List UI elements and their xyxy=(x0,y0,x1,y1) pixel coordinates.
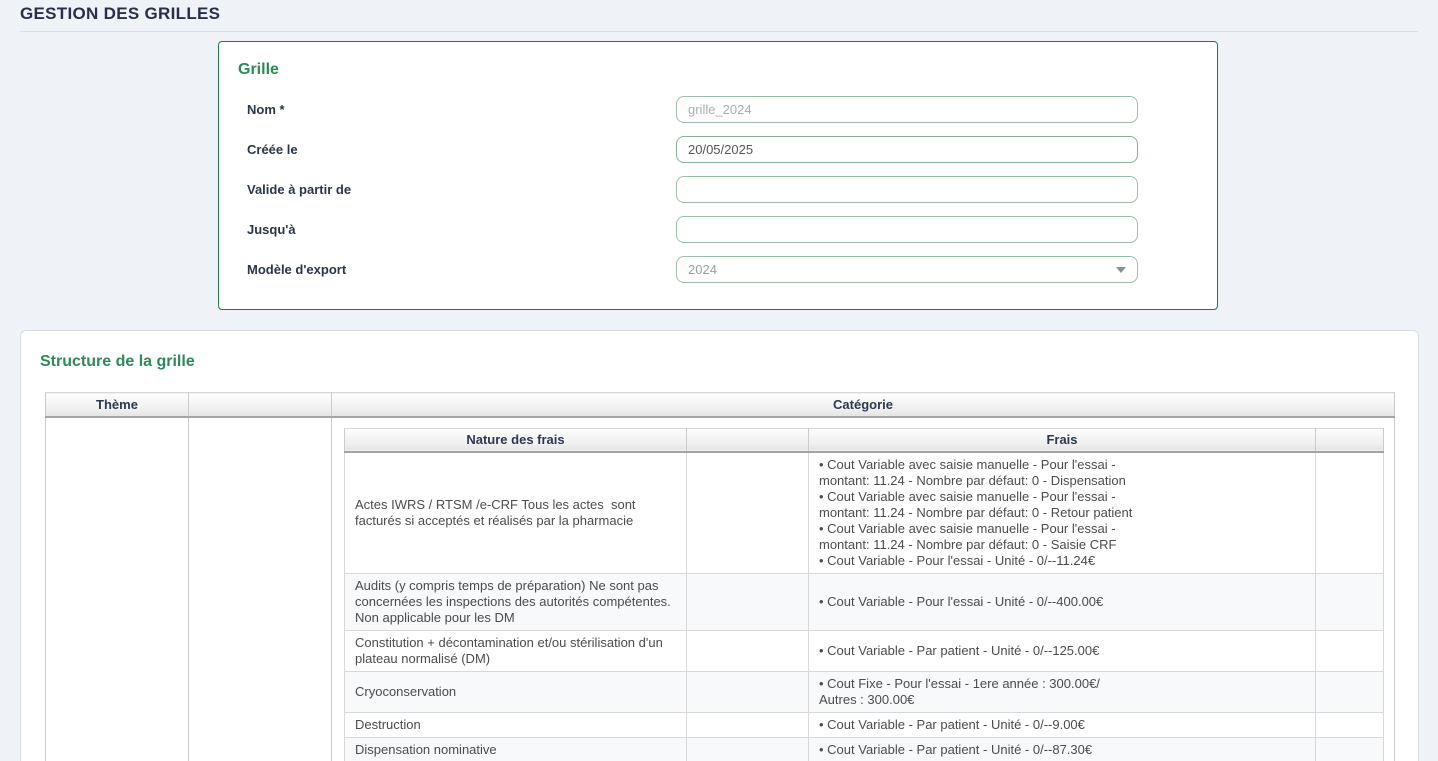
frais-cell: • Cout Variable - Pour l'essai - Unité -… xyxy=(809,574,1316,631)
empty-cell xyxy=(687,574,809,631)
end-cell xyxy=(1316,631,1384,672)
grille-form-panel: Grille Nom * Créée le Valide à partir de… xyxy=(218,41,1218,310)
empty-cell xyxy=(687,738,809,761)
modele-export-label: Modèle d'export xyxy=(247,262,676,277)
table-row: Destruction • Cout Variable - Par patien… xyxy=(345,713,1384,738)
table-row: Actes IWRS / RTSM /e-CRF Tous les actes … xyxy=(345,452,1384,574)
creee-le-input[interactable] xyxy=(676,136,1138,163)
end-cell xyxy=(1316,713,1384,738)
inner-spacer-column-header xyxy=(687,428,809,452)
table-row: Dispensation nominative • Cout Variable … xyxy=(345,738,1384,761)
table-row: Cryoconservation • Cout Fixe - Pour l'es… xyxy=(345,672,1384,713)
spacer-column-header xyxy=(189,393,332,417)
table-row: Constitution + décontamination et/ou sté… xyxy=(345,631,1384,672)
categorie-column-header: Catégorie xyxy=(332,393,1395,417)
empty-cell xyxy=(687,713,809,738)
form-row-creee-le: Créée le xyxy=(219,136,1217,163)
form-row-jusqua: Jusqu'à xyxy=(219,216,1217,243)
end-cell xyxy=(1316,452,1384,574)
structure-panel-title: Structure de la grille xyxy=(21,331,1418,371)
empty-cell xyxy=(687,452,809,574)
nature-cell: Cryoconservation xyxy=(345,672,687,713)
table-row: Audits (y compris temps de préparation) … xyxy=(345,574,1384,631)
creee-le-label: Créée le xyxy=(247,142,676,157)
nature-cell: Constitution + décontamination et/ou sté… xyxy=(345,631,687,672)
nom-input[interactable] xyxy=(676,96,1138,123)
outer-header-row: Thème Catégorie xyxy=(46,393,1395,417)
grille-panel-title: Grille xyxy=(219,42,1217,79)
grille-form: Nom * Créée le Valide à partir de Jusqu'… xyxy=(219,96,1217,283)
form-row-valide-a-partir-de: Valide à partir de xyxy=(219,176,1217,203)
outer-body-row: Nature des frais Frais Actes IWRS / RTSM… xyxy=(46,417,1395,761)
end-cell xyxy=(1316,738,1384,761)
valide-a-partir-de-label: Valide à partir de xyxy=(247,182,676,197)
structure-panel: Structure de la grille Thème Catégorie xyxy=(20,330,1419,761)
jusqua-label: Jusqu'à xyxy=(247,222,676,237)
title-separator xyxy=(20,31,1418,32)
nature-cell: Dispensation nominative xyxy=(345,738,687,761)
nature-cell: Actes IWRS / RTSM /e-CRF Tous les actes … xyxy=(345,452,687,574)
end-cell xyxy=(1316,574,1384,631)
theme-cell xyxy=(46,417,189,761)
frais-cell: • Cout Variable - Par patient - Unité - … xyxy=(809,631,1316,672)
end-cell xyxy=(1316,672,1384,713)
inner-end-column-header xyxy=(1316,428,1384,452)
frais-cell: • Cout Fixe - Pour l'essai - 1ere année … xyxy=(809,672,1316,713)
spacer-cell xyxy=(189,417,332,761)
empty-cell xyxy=(687,672,809,713)
form-row-nom: Nom * xyxy=(219,96,1217,123)
valide-a-partir-de-input[interactable] xyxy=(676,176,1138,203)
chevron-down-icon xyxy=(1116,267,1126,273)
page-title: GESTION DES GRILLES xyxy=(20,4,220,24)
frais-cell: • Cout Variable - Par patient - Unité - … xyxy=(809,713,1316,738)
nature-des-frais-column-header: Nature des frais xyxy=(345,428,687,452)
jusqua-input[interactable] xyxy=(676,216,1138,243)
frais-cell: • Cout Variable avec saisie manuelle - P… xyxy=(809,452,1316,574)
frais-column-header: Frais xyxy=(809,428,1316,452)
form-row-modele-export: Modèle d'export 2024 xyxy=(219,256,1217,283)
empty-cell xyxy=(687,631,809,672)
inner-header-row: Nature des frais Frais xyxy=(345,428,1384,452)
theme-column-header: Thème xyxy=(46,393,189,417)
nature-cell: Audits (y compris temps de préparation) … xyxy=(345,574,687,631)
structure-table: Thème Catégorie Nature des frais xyxy=(45,392,1395,761)
frais-table: Nature des frais Frais Actes IWRS / RTSM… xyxy=(344,428,1384,761)
frais-cell: • Cout Variable - Par patient - Unité - … xyxy=(809,738,1316,761)
modele-export-selected-value: 2024 xyxy=(688,262,717,277)
categorie-cell: Nature des frais Frais Actes IWRS / RTSM… xyxy=(332,417,1395,761)
modele-export-select[interactable]: 2024 xyxy=(676,256,1138,283)
nature-cell: Destruction xyxy=(345,713,687,738)
nom-label: Nom * xyxy=(247,102,676,117)
